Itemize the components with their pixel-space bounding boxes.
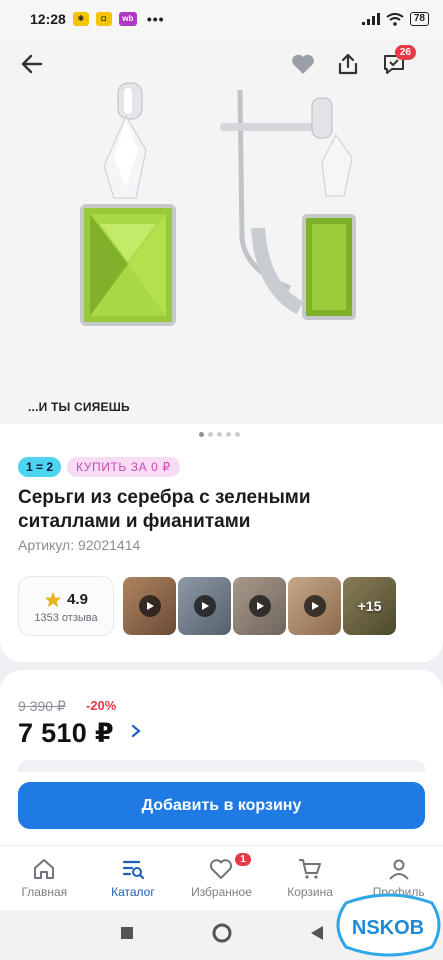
promo-tags: 1 = 2 КУПИТЬ ЗА 0 ₽	[18, 457, 180, 477]
circle-icon	[212, 923, 231, 942]
rating-value: 4.9	[67, 591, 88, 608]
review-video-thumb[interactable]	[288, 577, 341, 635]
catalog-icon	[122, 860, 144, 880]
play-icon	[193, 595, 216, 617]
page-dot[interactable]	[235, 432, 240, 437]
review-video-thumb[interactable]	[123, 577, 176, 635]
profile-icon	[388, 859, 409, 880]
wifi-icon	[386, 12, 404, 26]
more-notifications-icon: •••	[146, 11, 165, 27]
back-system-button[interactable]	[310, 925, 324, 946]
favorite-button[interactable]	[283, 44, 323, 84]
signal-icon	[361, 13, 380, 25]
add-to-cart-button[interactable]: Добавить в корзину	[18, 782, 425, 829]
heart-icon	[292, 54, 314, 74]
home-icon	[34, 859, 55, 879]
ya-icon: ✱	[72, 12, 89, 26]
discount-badge: -20%	[86, 698, 117, 713]
tab-label: Корзина	[287, 885, 333, 899]
product-article[interactable]: Артикул: 92021414	[18, 537, 140, 553]
arrow-left-icon	[21, 54, 43, 74]
tab-label: Каталог	[111, 885, 155, 899]
battery-indicator: 78	[409, 12, 429, 26]
more-media-thumb[interactable]: +15	[343, 577, 396, 635]
square-icon	[120, 926, 133, 939]
product-image-gallery[interactable]: ...И ТЫ СИЯЕШЬ 26	[0, 38, 443, 424]
product-info-card: 1 = 2 КУПИТЬ ЗА 0 ₽ Серьги из серебра с …	[0, 424, 443, 662]
chat-button[interactable]: 26	[374, 44, 416, 84]
share-icon	[338, 53, 358, 75]
rating-summary[interactable]: 4.9 1353 отзыва	[18, 576, 114, 636]
promo-tag[interactable]: 1 = 2	[18, 457, 62, 477]
product-photo	[80, 82, 356, 326]
wb-icon: wb	[118, 12, 137, 26]
review-video-thumb[interactable]	[233, 577, 286, 635]
market-icon: ◘	[95, 12, 112, 26]
home-system-button[interactable]	[212, 923, 232, 948]
recents-button[interactable]	[120, 926, 134, 945]
heart-icon	[210, 859, 233, 879]
tab-favorites[interactable]: 1 Избранное	[177, 846, 266, 910]
buy-for-zero-tag[interactable]: КУПИТЬ ЗА 0 ₽	[67, 457, 180, 477]
share-button[interactable]	[328, 44, 368, 84]
back-button[interactable]	[12, 44, 52, 84]
gallery-pagination	[199, 432, 240, 437]
review-video-thumb[interactable]	[178, 577, 231, 635]
status-time: 12:28	[30, 11, 66, 27]
tab-label: Избранное	[191, 885, 252, 899]
price-card: 9 390 ₽ -20% 7 510 ₽ Добавить в корзину	[0, 670, 443, 845]
star-icon	[44, 591, 62, 608]
play-icon	[303, 595, 326, 617]
chat-badge: 26	[394, 45, 416, 60]
status-bar: 12:28 ✱ ◘ wb ••• 78	[0, 0, 443, 38]
reviews-count: 1353 отзыва	[34, 612, 98, 624]
page-dot[interactable]	[208, 432, 213, 437]
tab-catalog[interactable]: Каталог	[89, 846, 178, 910]
tab-label: Главная	[21, 885, 68, 899]
product-title: Серьги из серебра с зелеными ситаллами и…	[18, 487, 311, 532]
page-dot[interactable]	[226, 432, 231, 437]
old-price: 9 390 ₽	[18, 698, 66, 714]
favorites-badge: 1	[235, 853, 251, 866]
tab-home[interactable]: Главная	[0, 846, 89, 910]
installment-strip	[18, 760, 425, 772]
gallery-slogan: ...И ТЫ СИЯЕШЬ	[28, 400, 130, 414]
chevron-right-icon[interactable]	[131, 724, 141, 738]
watermark-text: NSKOB	[352, 917, 424, 939]
review-media-list: +15	[123, 577, 396, 635]
watermark-logo: NSKOB	[336, 893, 441, 957]
cart-icon	[299, 859, 322, 879]
current-price[interactable]: 7 510 ₽	[18, 718, 114, 749]
more-media-count: +15	[357, 598, 382, 614]
play-icon	[138, 595, 161, 617]
triangle-back-icon	[310, 925, 323, 940]
page-dot[interactable]	[217, 432, 222, 437]
page-dot[interactable]	[199, 432, 204, 437]
play-icon	[248, 595, 271, 617]
